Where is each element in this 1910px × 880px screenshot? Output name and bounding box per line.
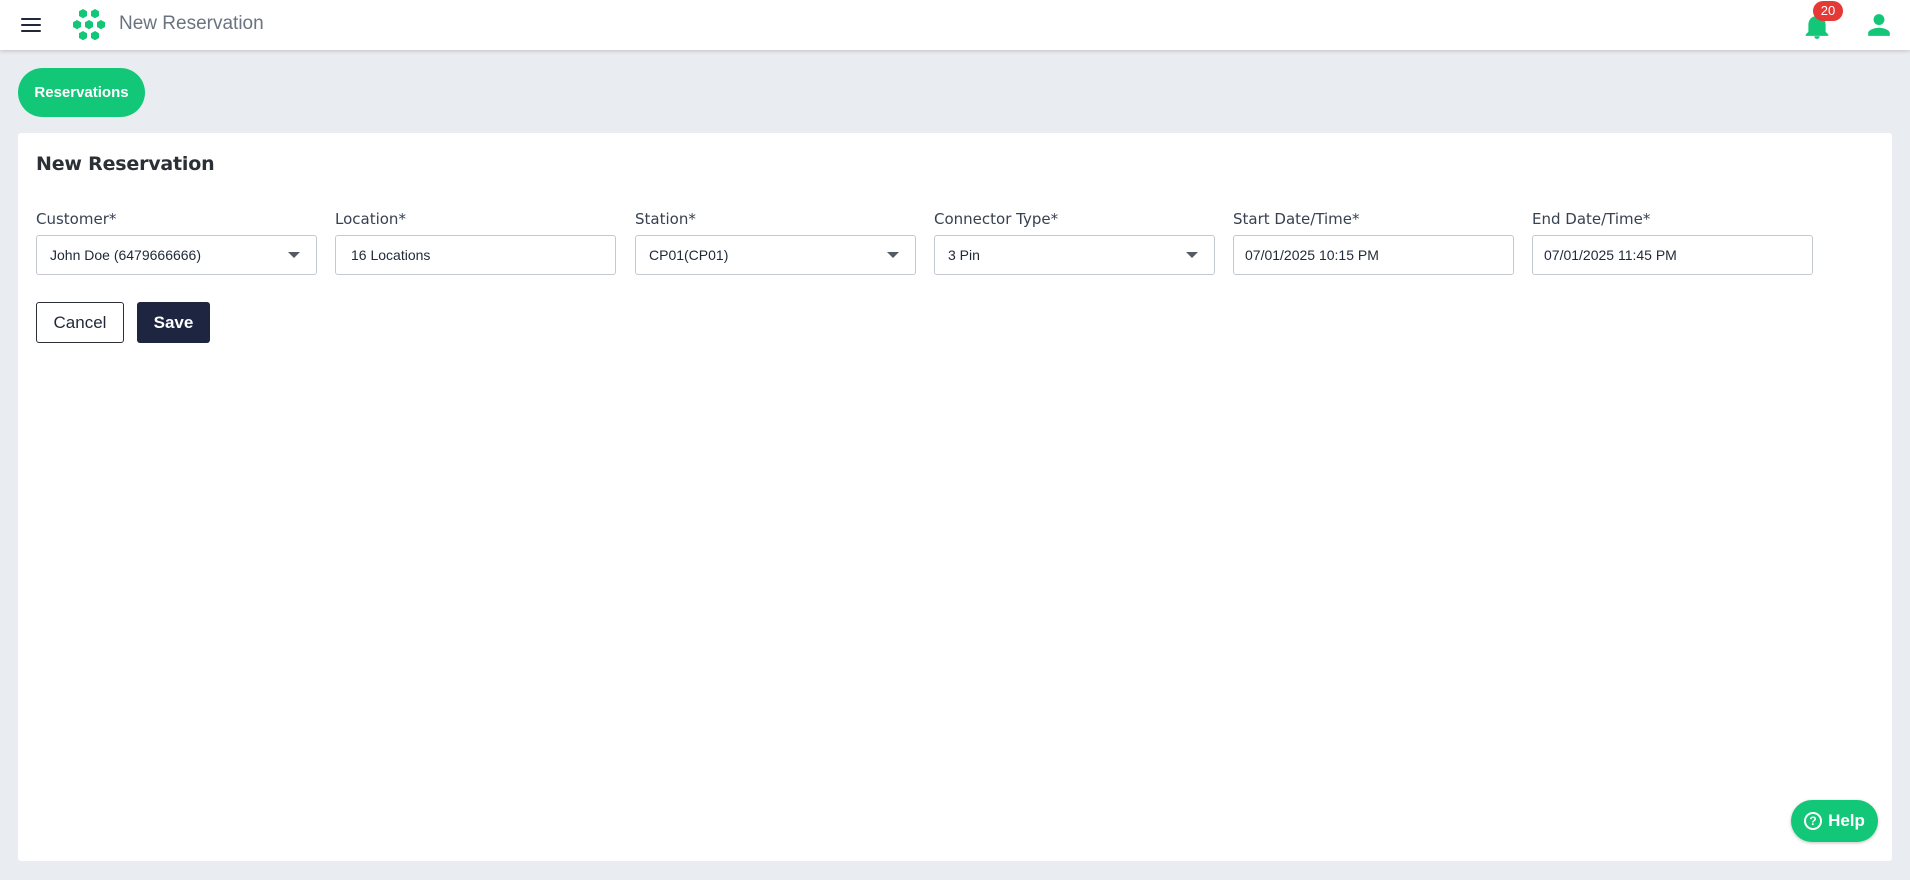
station-label: Station* bbox=[635, 210, 696, 228]
chevron-down-icon bbox=[288, 252, 300, 258]
chevron-down-icon bbox=[887, 252, 899, 258]
tab-reservations[interactable]: Reservations bbox=[18, 68, 145, 117]
station-select[interactable]: CP01(CP01) bbox=[635, 235, 916, 275]
form-title: New Reservation bbox=[36, 153, 215, 175]
location-label: Location* bbox=[335, 210, 406, 228]
top-app-bar: New Reservation 20 bbox=[0, 0, 1910, 50]
customer-value: John Doe (6479666666) bbox=[50, 247, 202, 263]
user-icon[interactable] bbox=[1866, 12, 1892, 38]
start-datetime-input[interactable]: 07/01/2025 10:15 PM bbox=[1233, 235, 1514, 275]
connector-type-value: 3 Pin bbox=[948, 247, 980, 263]
help-label: Help bbox=[1828, 811, 1865, 830]
chevron-down-icon bbox=[1186, 252, 1198, 258]
connector-type-label: Connector Type* bbox=[934, 210, 1059, 228]
hexagon-cluster-logo bbox=[73, 9, 105, 41]
start-datetime-label: Start Date/Time* bbox=[1233, 210, 1360, 228]
menu-icon[interactable] bbox=[19, 15, 43, 35]
end-datetime-value: 07/01/2025 11:45 PM bbox=[1544, 247, 1677, 263]
help-button[interactable]: ? Help bbox=[1791, 800, 1878, 842]
start-datetime-value: 07/01/2025 10:15 PM bbox=[1245, 247, 1379, 263]
end-datetime-input[interactable]: 07/01/2025 11:45 PM bbox=[1532, 235, 1813, 275]
location-select[interactable]: 16 Locations bbox=[335, 235, 616, 275]
end-datetime-label: End Date/Time* bbox=[1532, 210, 1651, 228]
notification-count-badge: 20 bbox=[1813, 1, 1843, 21]
new-reservation-form-card: New Reservation Customer* John Doe (6479… bbox=[18, 133, 1892, 861]
connector-type-select[interactable]: 3 Pin bbox=[934, 235, 1215, 275]
customer-select[interactable]: John Doe (6479666666) bbox=[36, 235, 317, 275]
cancel-button[interactable]: Cancel bbox=[36, 302, 124, 343]
app-title: New Reservation bbox=[119, 13, 264, 34]
customer-label: Customer* bbox=[36, 210, 117, 228]
question-circle-icon: ? bbox=[1804, 812, 1823, 830]
station-value: CP01(CP01) bbox=[649, 247, 729, 263]
location-value: 16 Locations bbox=[351, 247, 431, 263]
save-button[interactable]: Save bbox=[137, 302, 210, 343]
